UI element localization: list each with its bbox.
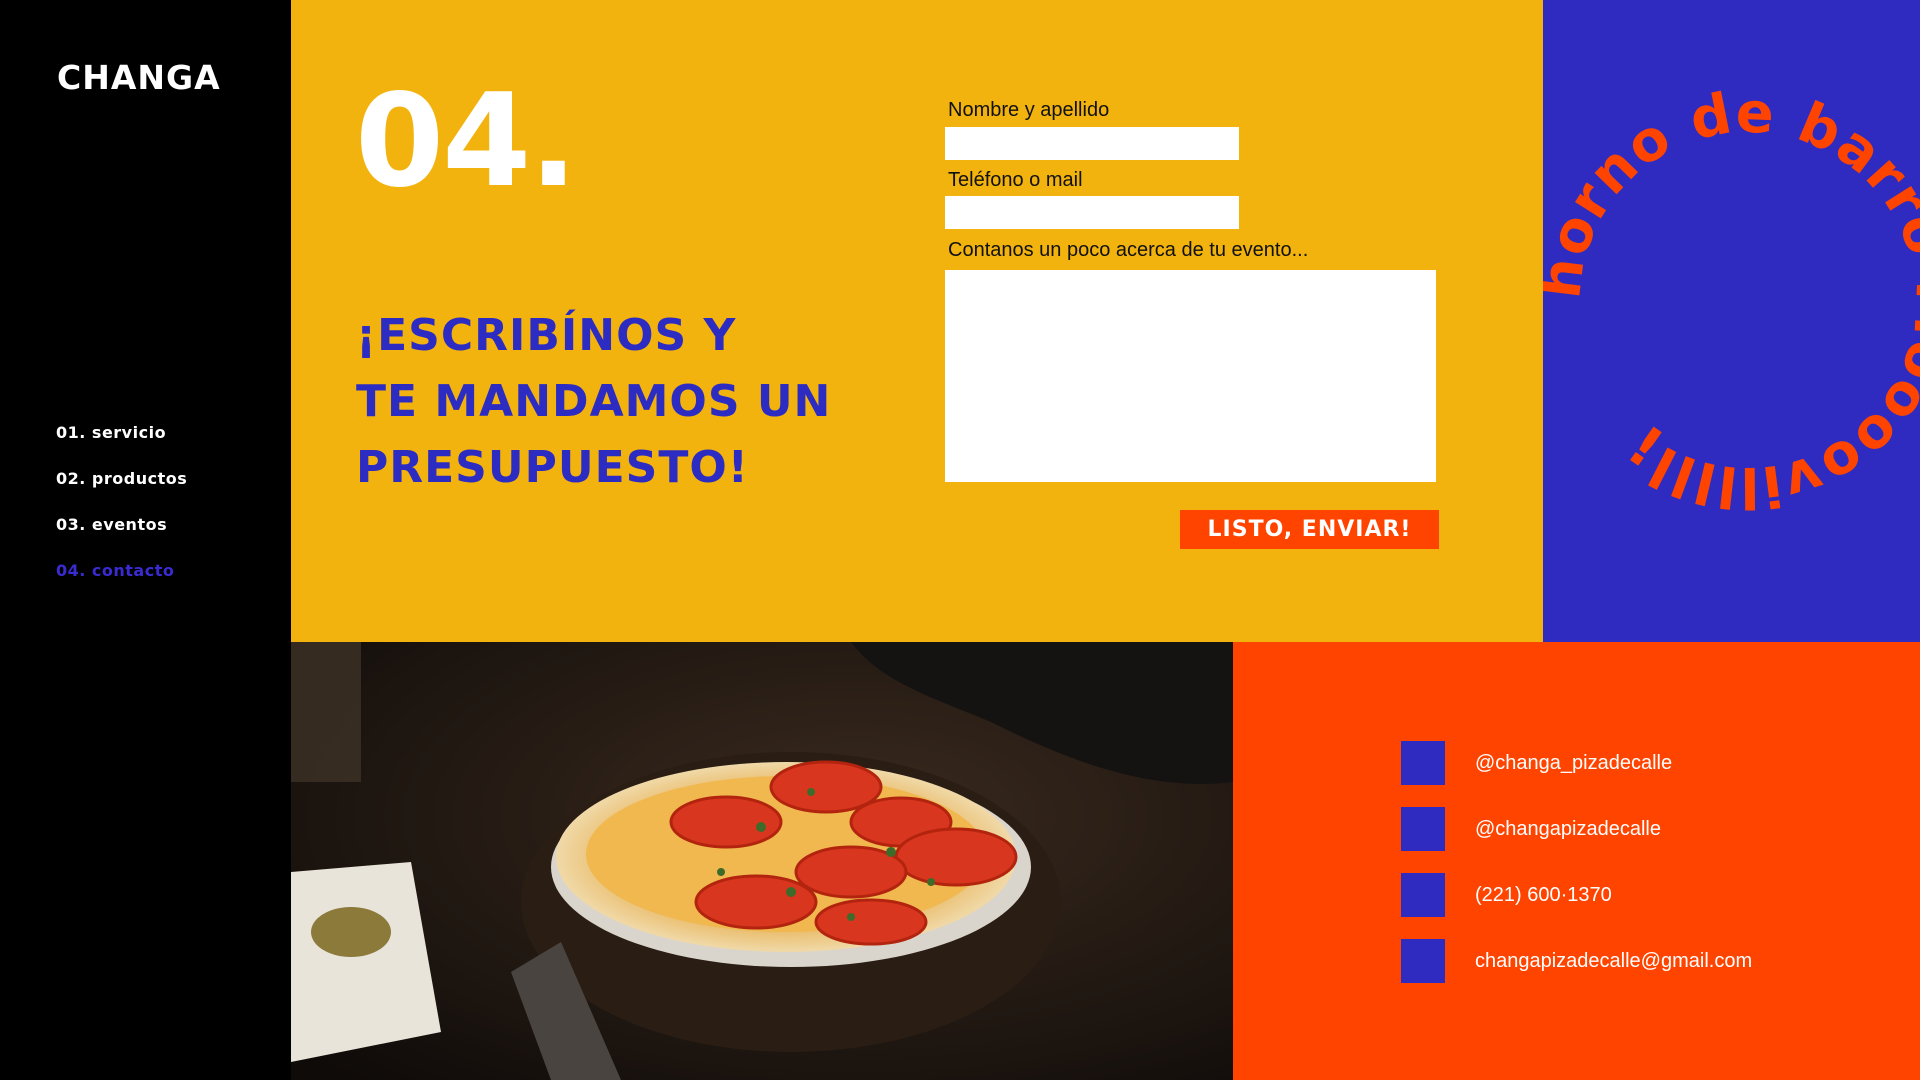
email-address: changapizadecalle@gmail.com <box>1475 949 1753 972</box>
nav-item-servicio[interactable]: 01. servicio <box>56 420 187 466</box>
circle-badge-panel: horno de barro Moooovilllll¡ <box>1543 0 1920 642</box>
pizza-photo <box>291 642 1233 1080</box>
name-label: Nombre y apellido <box>948 99 1110 121</box>
facebook-icon <box>1401 807 1445 851</box>
sidebar: CHANGA 01. servicio 02. productos 03. ev… <box>0 0 291 1080</box>
submit-button[interactable]: LISTO, ENVIAR! <box>1180 510 1439 549</box>
contact-label: Teléfono o mail <box>948 169 1083 191</box>
svg-text:horno de barro Moooovilllll¡: horno de barro Moooovilllll¡ <box>1543 80 1920 519</box>
headline-line-1: ¡ESCRIBÍNOS Y <box>356 310 737 361</box>
contact-phone[interactable]: (221) 600·1370 <box>1401 873 1612 917</box>
nav-item-contacto[interactable]: 04. contacto <box>56 558 187 604</box>
facebook-handle: @changapizadecalle <box>1475 817 1661 840</box>
section-number: 04. <box>355 67 578 216</box>
contact-facebook[interactable]: @changapizadecalle <box>1401 807 1661 851</box>
brand-logo[interactable]: CHANGA <box>57 58 221 97</box>
circular-text-badge: horno de barro Moooovilllll¡ <box>1543 80 1920 519</box>
headline-line-3: PRESUPUESTO! <box>356 442 749 493</box>
contact-email[interactable]: changapizadecalle@gmail.com <box>1401 939 1752 983</box>
circular-text: horno de barro Moooovilllll¡ <box>1543 80 1920 519</box>
phone-or-email-field[interactable] <box>945 196 1239 229</box>
mail-icon <box>1401 939 1445 983</box>
message-textarea[interactable] <box>945 270 1436 482</box>
nav-item-eventos[interactable]: 03. eventos <box>56 512 187 558</box>
nav-menu: 01. servicio 02. productos 03. eventos 0… <box>56 420 187 604</box>
contact-instagram[interactable]: @changa_pizadecalle <box>1401 741 1672 785</box>
headline-line-2: TE MANDAMOS UN <box>356 376 832 427</box>
name-field[interactable] <box>945 127 1239 160</box>
instagram-icon <box>1401 741 1445 785</box>
nav-item-productos[interactable]: 02. productos <box>56 466 187 512</box>
phone-number: (221) 600·1370 <box>1475 883 1612 906</box>
headline: ¡ESCRIBÍNOS Y TE MANDAMOS UN PRESUPUESTO… <box>356 303 916 501</box>
message-label: Contanos un poco acerca de tu evento... <box>948 239 1309 261</box>
instagram-handle: @changa_pizadecalle <box>1475 751 1673 774</box>
phone-icon <box>1401 873 1445 917</box>
pizza-image <box>291 642 1233 1080</box>
contact-info-section: @changa_pizadecalle @changapizadecalle (… <box>1233 642 1920 1080</box>
